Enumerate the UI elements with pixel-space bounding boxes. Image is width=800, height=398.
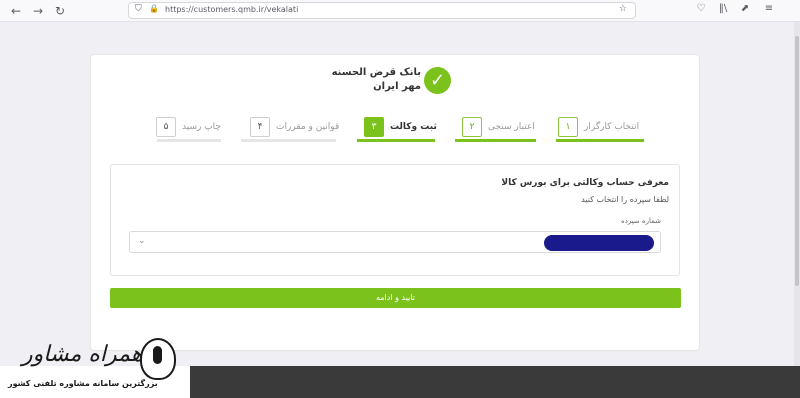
microphone-inner-icon [153, 346, 162, 364]
back-icon[interactable]: ← [8, 3, 24, 19]
step-number: ۴ [250, 117, 270, 137]
step-number: ۳ [364, 117, 384, 137]
step-number: ۲ [462, 117, 482, 137]
step-label: ثبت وکالت [390, 122, 437, 132]
form-title: معرفی حساب وکالتی برای بورس کالا [501, 178, 669, 188]
redacted-deposit-number [544, 235, 654, 251]
chevron-down-icon[interactable]: ⌄ [138, 236, 146, 246]
menu-icon[interactable]: ≡ [762, 3, 776, 14]
step-4: ۴ قوانین و مقررات [250, 112, 339, 142]
lock-icon[interactable]: 🔒 [149, 4, 159, 13]
bank-logo: ✓ بانک قرض الحسنه مهر ایران [332, 66, 455, 96]
form-subtitle: لطفا سپرده را انتخاب کنید [581, 195, 669, 204]
confirm-continue-button[interactable]: تایید و ادامه [110, 288, 681, 308]
step-5: ۵ چاپ رسید [156, 112, 221, 142]
watermark-subtitle: بزرگترین سامانه مشاوره تلفنی کشور [8, 379, 158, 388]
step-4-progress-bar [241, 139, 336, 142]
forward-icon[interactable]: → [30, 3, 46, 19]
extensions-icon[interactable]: ⬈ [738, 3, 752, 14]
step-2-progress-bar [455, 139, 536, 142]
step-label: اعتبار سنجی [488, 122, 535, 132]
step-1-progress-bar [556, 139, 644, 142]
deposit-number-select[interactable]: ⌄ [129, 231, 661, 253]
step-number: ۵ [156, 117, 176, 137]
library-icon[interactable]: ‖\ [716, 3, 730, 14]
watermark-title: همراه مشاور [22, 342, 143, 367]
deposit-number-label: شماره سپرده [621, 217, 661, 225]
deposit-form: معرفی حساب وکالتی برای بورس کالا لطفا سپ… [110, 164, 680, 276]
step-label: قوانین و مقررات [276, 122, 340, 132]
pocket-icon[interactable]: ♡ [694, 3, 708, 14]
step-number: ۱ [558, 117, 578, 137]
shield-icon[interactable]: ⛉ [135, 4, 142, 14]
logo-bank-name: بانک قرض الحسنه [331, 67, 421, 78]
step-1: ۱ انتخاب کارگزار [558, 112, 639, 142]
scrollbar-thumb[interactable] [795, 36, 799, 286]
url-text[interactable]: https://customers.qmb.ir/vekalati [165, 5, 298, 14]
step-label: انتخاب کارگزار [584, 122, 640, 132]
checkmark-logo-icon: ✓ [424, 67, 451, 94]
step-label: چاپ رسید [182, 122, 221, 132]
url-bar[interactable]: ⛉ 🔒 https://customers.qmb.ir/vekalati ☆ [128, 2, 636, 19]
step-2: ۲ اعتبار سنجی [462, 112, 535, 142]
step-3: ۳ ثبت وکالت [364, 112, 437, 142]
bookmark-star-icon[interactable]: ☆ [619, 4, 627, 14]
reload-icon[interactable]: ↻ [52, 3, 68, 19]
logo-bank-subname: مهر ایران [373, 81, 421, 92]
step-5-progress-bar [157, 139, 221, 142]
browser-toolbar: ← → ↻ ⛉ 🔒 https://customers.qmb.ir/vekal… [0, 0, 800, 22]
step-3-progress-bar [357, 139, 435, 142]
